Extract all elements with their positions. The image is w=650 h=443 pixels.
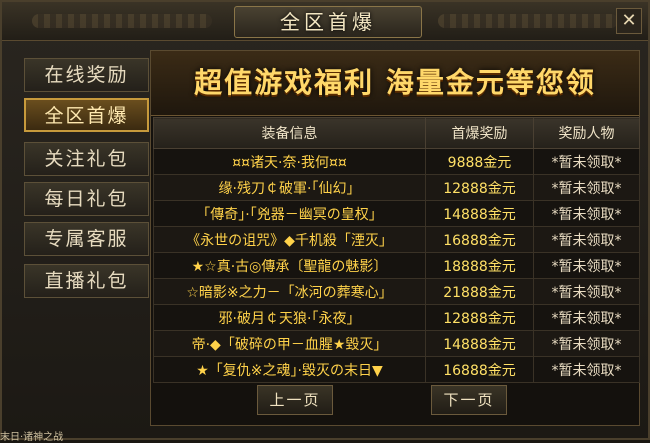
table-header-row: 装备信息 首爆奖励 奖励人物 <box>153 117 640 149</box>
equipment-name: ★☆真·古◎傳承〔聖龍の魅影〕 <box>153 252 426 279</box>
sidebar-item-follow-gift[interactable]: 关注礼包 <box>24 142 149 176</box>
table-row: 《永世の诅咒》◆千机殺「湮灭」 16888金元 *暂未领取* <box>153 226 640 253</box>
next-page-button[interactable]: 下一页 <box>431 385 507 415</box>
prev-page-button[interactable]: 上一页 <box>257 385 333 415</box>
equipment-name: 《永世の诅咒》◆千机殺「湮灭」 <box>153 226 426 253</box>
content-panel: 超值游戏福利 海量金元等您领 装备信息 首爆奖励 奖励人物 ¤¤诸天·奈·我何¤… <box>150 50 640 426</box>
equipment-name: ★「复仇※之魂」·毀灭の末日▼ <box>153 356 426 383</box>
first-drop-window: 全区首爆 ✕ 在线奖励 全区首爆 关注礼包 每日礼包 专属客服 直播礼包 超值游… <box>0 0 650 440</box>
reward-amount: 9888金元 <box>425 148 534 175</box>
winner-name: *暂未领取* <box>533 226 640 253</box>
winner-name: *暂未领取* <box>533 304 640 331</box>
sidebar: 在线奖励 全区首爆 关注礼包 每日礼包 专属客服 直播礼包 <box>16 48 150 318</box>
title-ornament-left <box>32 14 212 28</box>
table-row: ¤¤诸天·奈·我何¤¤ 9888金元 *暂未领取* <box>153 148 640 175</box>
reward-amount: 21888金元 <box>425 278 534 305</box>
table-row: ☆暗影※之力－「冰河の葬寒心」 21888金元 *暂未领取* <box>153 278 640 305</box>
winner-name: *暂未领取* <box>533 330 640 357</box>
reward-amount: 14888金元 <box>425 330 534 357</box>
equipment-name: ¤¤诸天·奈·我何¤¤ <box>153 148 426 175</box>
sidebar-item-exclusive-service[interactable]: 专属客服 <box>24 222 149 256</box>
sidebar-item-first-drop[interactable]: 全区首爆 <box>24 98 149 132</box>
winner-name: *暂未领取* <box>533 356 640 383</box>
table-row: 邪·破月￠天狼·「永夜」 12888金元 *暂未领取* <box>153 304 640 331</box>
promo-banner: 超值游戏福利 海量金元等您领 <box>151 51 639 116</box>
title-bar: 全区首爆 ✕ <box>2 2 648 41</box>
winner-name: *暂未领取* <box>533 200 640 227</box>
reward-amount: 16888金元 <box>425 356 534 383</box>
equipment-name: 帝·◆「破碎の甲－血腥★毀灭」 <box>153 330 426 357</box>
table-row: 帝·◆「破碎の甲－血腥★毀灭」 14888金元 *暂未领取* <box>153 330 640 357</box>
header-winner: 奖励人物 <box>533 117 640 149</box>
banner-text: 超值游戏福利 海量金元等您领 <box>194 66 596 99</box>
footer-text: 末日·诸神之战 <box>0 432 64 443</box>
reward-amount: 16888金元 <box>425 226 534 253</box>
sidebar-item-live-gift[interactable]: 直播礼包 <box>24 264 149 298</box>
table-row: ★「复仇※之魂」·毀灭の末日▼ 16888金元 *暂未领取* <box>153 356 640 383</box>
table-row: 缘·残刀￠破軍·「仙幻」 12888金元 *暂未领取* <box>153 174 640 201</box>
reward-amount: 14888金元 <box>425 200 534 227</box>
sidebar-item-online-reward[interactable]: 在线奖励 <box>24 58 149 92</box>
winner-name: *暂未领取* <box>533 252 640 279</box>
equipment-name: 邪·破月￠天狼·「永夜」 <box>153 304 426 331</box>
reward-amount: 18888金元 <box>425 252 534 279</box>
sidebar-item-daily-gift[interactable]: 每日礼包 <box>24 182 149 216</box>
winner-name: *暂未领取* <box>533 148 640 175</box>
header-equipment: 装备信息 <box>153 117 426 149</box>
reward-amount: 12888金元 <box>425 174 534 201</box>
winner-name: *暂未领取* <box>533 174 640 201</box>
table-row: ★☆真·古◎傳承〔聖龍の魅影〕 18888金元 *暂未领取* <box>153 252 640 279</box>
winner-name: *暂未领取* <box>533 278 640 305</box>
table-row: 「傳奇」·「兇器－幽冥の皇权」 14888金元 *暂未领取* <box>153 200 640 227</box>
first-drop-table: 装备信息 首爆奖励 奖励人物 ¤¤诸天·奈·我何¤¤ 9888金元 *暂未领取* 缘… <box>153 117 640 383</box>
window-title: 全区首爆 <box>234 6 422 38</box>
reward-amount: 12888金元 <box>425 304 534 331</box>
equipment-name: ☆暗影※之力－「冰河の葬寒心」 <box>153 278 426 305</box>
title-ornament-right <box>438 14 618 28</box>
header-reward: 首爆奖励 <box>425 117 534 149</box>
close-button[interactable]: ✕ <box>616 8 642 34</box>
equipment-name: 「傳奇」·「兇器－幽冥の皇权」 <box>153 200 426 227</box>
equipment-name: 缘·残刀￠破軍·「仙幻」 <box>153 174 426 201</box>
